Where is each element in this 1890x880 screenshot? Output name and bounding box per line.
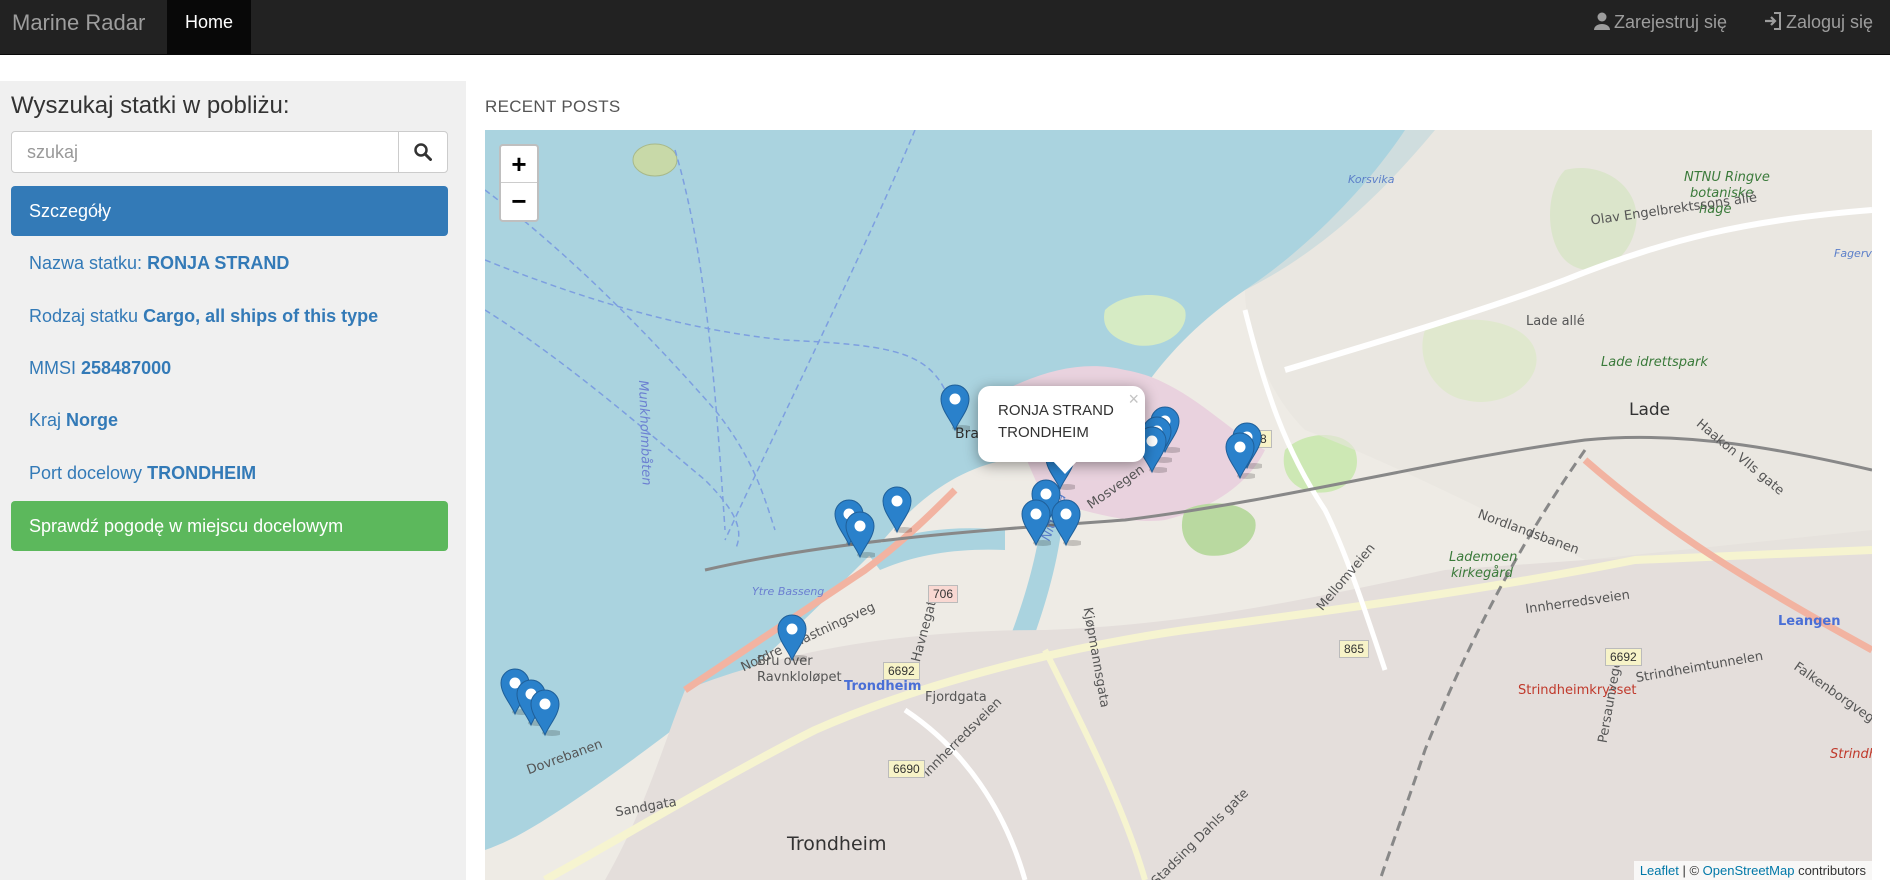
road-badge-6692-b: 6692 — [1605, 648, 1642, 666]
leaflet-link[interactable]: Leaflet — [1640, 863, 1679, 878]
popup-close-button[interactable]: × — [1128, 388, 1139, 410]
login-label: Zaloguj się — [1786, 12, 1874, 32]
popup-tip — [1052, 460, 1078, 474]
detail-value: RONJA STRAND — [147, 253, 290, 273]
navbar: Marine Radar Home Zarejestruj się Zalogu… — [0, 0, 1890, 55]
map-marker-icon — [1051, 499, 1083, 547]
sidebar: Wyszukaj statki w pobliżu: Szczegóły Naz… — [0, 81, 466, 880]
ship-marker-9[interactable] — [1021, 499, 1053, 547]
detail-value: TRONDHEIM — [147, 463, 257, 483]
label-kirkegard: kirkegård — [1451, 566, 1513, 581]
road-badge-6692-a: 6692 — [883, 662, 920, 680]
user-icon — [1594, 12, 1610, 30]
map-attribution: Leaflet | © OpenStreetMap contributors — [1633, 861, 1872, 880]
detail-label: MMSI — [29, 358, 76, 378]
ship-marker-7[interactable] — [1225, 432, 1257, 480]
label-yrre: Ytre Basseng — [752, 585, 825, 598]
ship-marker-13[interactable] — [882, 486, 914, 534]
popup-ship-name: RONJA STRAND — [998, 402, 1114, 419]
label-fagervika: Fagerv — [1834, 247, 1872, 260]
label-strindheim: Strindhe — [1830, 747, 1872, 762]
zoom-control: + − — [499, 144, 539, 222]
login-link[interactable]: Zaloguj się — [1764, 0, 1873, 55]
map-tiles — [485, 130, 1872, 880]
ship-marker-10[interactable] — [1051, 499, 1083, 547]
zoom-in-button[interactable]: + — [501, 146, 537, 183]
map-marker-icon — [845, 511, 877, 559]
label-leangen: Leangen — [1778, 614, 1841, 629]
detail-label: Port docelowy — [29, 463, 143, 483]
detail-value: 258487000 — [81, 358, 172, 378]
label-ravnkloløpet: Ravnkloløpet — [757, 670, 842, 685]
nav-home[interactable]: Home — [167, 0, 251, 54]
road-badge-706: 706 — [928, 585, 959, 603]
ship-marker-12[interactable] — [845, 511, 877, 559]
detail-country[interactable]: Kraj Norge — [29, 410, 118, 431]
detail-ship-type[interactable]: Rodzaj statku Cargo, all ships of this t… — [29, 306, 378, 327]
map-marker-icon — [1225, 432, 1257, 480]
road-badge-6690: 6690 — [888, 760, 925, 778]
check-weather-button[interactable]: Sprawdź pogodę w miejscu docelowym — [11, 501, 448, 551]
label-trondheim-city: Trondheim — [787, 833, 887, 855]
section-title: RECENT POSTS — [485, 97, 621, 116]
detail-label: Nazwa statku: — [29, 253, 143, 273]
map-marker-icon — [882, 486, 914, 534]
road-badge-865: 865 — [1339, 640, 1370, 658]
popup-port: TRONDHEIM — [998, 424, 1089, 441]
detail-destination[interactable]: Port docelowy TRONDHEIM — [29, 463, 256, 484]
label-trondheim-station: Trondheim — [844, 679, 922, 694]
label-korsvika: Korsvika — [1348, 173, 1395, 186]
map-marker-icon — [530, 689, 562, 737]
map[interactable]: Brattøra Trondheim Trondheim Lade Lade a… — [485, 130, 1872, 880]
label-lade-alle: Lade allé — [1526, 314, 1585, 329]
register-link[interactable]: Zarejestruj się — [1594, 0, 1727, 55]
ship-marker-14[interactable] — [777, 614, 809, 662]
register-label: Zarejestruj się — [1614, 12, 1728, 32]
sidebar-title: Wyszukaj statki w pobliżu: — [11, 92, 290, 119]
search-input[interactable] — [11, 131, 399, 173]
map-marker-icon — [940, 384, 972, 432]
search-group — [11, 131, 448, 173]
zoom-out-button[interactable]: − — [501, 183, 537, 220]
detail-label: Kraj — [29, 410, 62, 430]
detail-ship-name[interactable]: Nazwa statku: RONJA STRAND — [29, 253, 289, 274]
attribution-suffix: contributors — [1794, 863, 1866, 878]
osm-link[interactable]: OpenStreetMap — [1703, 863, 1795, 878]
map-marker-icon — [1021, 499, 1053, 547]
details-header[interactable]: Szczegóły — [11, 186, 448, 236]
detail-mmsi[interactable]: MMSI 258487000 — [29, 358, 171, 379]
map-popup: × RONJA STRAND TRONDHEIM — [978, 386, 1145, 462]
ship-marker-17[interactable] — [530, 689, 562, 737]
search-icon — [414, 143, 432, 161]
search-button[interactable] — [398, 131, 448, 173]
detail-label: Rodzaj statku — [29, 306, 139, 326]
label-ntnu: NTNU Ringve — [1684, 170, 1770, 185]
map-marker-icon — [777, 614, 809, 662]
login-icon — [1765, 12, 1781, 30]
brand-link[interactable]: Marine Radar — [12, 0, 145, 55]
detail-value: Norge — [66, 410, 119, 430]
label-lade-idrettspark: Lade idrettspark — [1601, 355, 1708, 370]
detail-value: Cargo, all ships of this type — [143, 306, 379, 326]
ship-marker-1[interactable] — [940, 384, 972, 432]
attribution-sep: | © — [1678, 863, 1703, 878]
label-lademoen: Lademoen — [1449, 550, 1518, 565]
label-fjordgata: Fjordgata — [925, 690, 987, 705]
label-lade: Lade — [1629, 400, 1671, 420]
